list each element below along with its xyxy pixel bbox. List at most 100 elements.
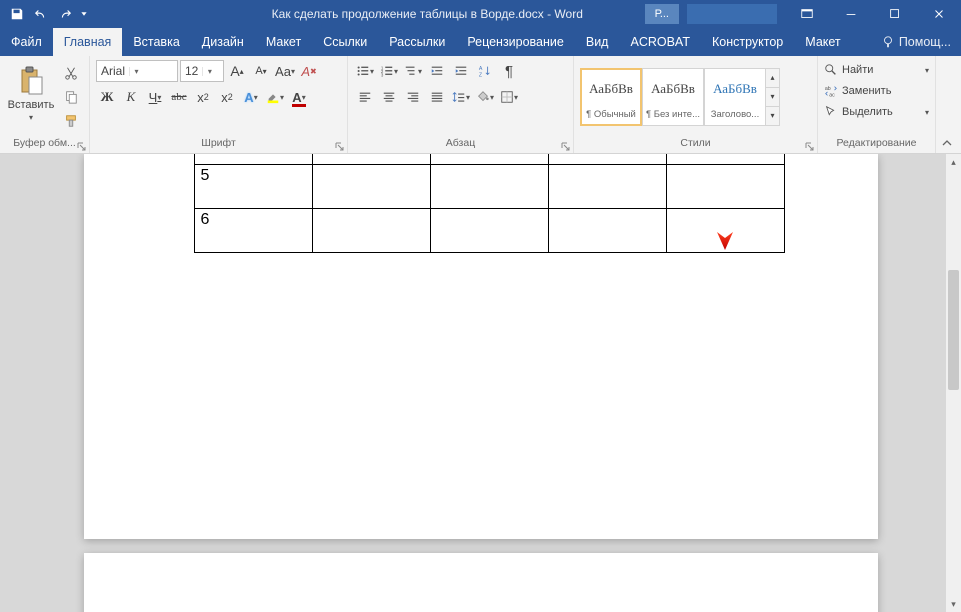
multilevel-list-button[interactable]: ▾	[402, 60, 424, 82]
close-button[interactable]	[917, 0, 961, 28]
align-right-button[interactable]	[402, 86, 424, 108]
collapse-ribbon-button[interactable]	[936, 56, 958, 153]
style-heading1[interactable]: АаБбВвЗаголово...	[704, 68, 766, 126]
font-name-combo[interactable]: Arial▾	[96, 60, 178, 82]
redo-button[interactable]	[54, 3, 76, 25]
align-center-button[interactable]	[378, 86, 400, 108]
scroll-down-button[interactable]: ▾	[946, 596, 961, 612]
document-area[interactable]: 5 6 7 8	[0, 154, 961, 612]
group-styles: АаБбВв¶ Обычный АаБбВв¶ Без инте... АаБб…	[574, 56, 818, 153]
sort-button[interactable]: AZ	[474, 60, 496, 82]
line-spacing-button[interactable]: ▾	[450, 86, 472, 108]
tab-file[interactable]: Файл	[0, 28, 53, 56]
undo-button[interactable]	[30, 3, 52, 25]
page-2: 7 8	[84, 553, 878, 612]
tab-table-layout[interactable]: Макет	[794, 28, 851, 56]
tell-me-label: Помощ...	[899, 35, 951, 49]
highlight-button[interactable]: ▾	[264, 86, 286, 108]
tab-acrobat[interactable]: ACROBAT	[619, 28, 701, 56]
shrink-font-button[interactable]: A▾	[250, 60, 272, 82]
tab-review[interactable]: Рецензирование	[456, 28, 575, 56]
font-color-button[interactable]: A▾	[288, 86, 310, 108]
red-arrow-annotation	[710, 178, 740, 258]
clipboard-launcher[interactable]	[77, 142, 87, 152]
tab-table-design[interactable]: Конструктор	[701, 28, 794, 56]
show-paragraph-marks-button[interactable]: ¶	[498, 60, 520, 82]
tab-design[interactable]: Дизайн	[191, 28, 255, 56]
change-case-button[interactable]: Aa▾	[274, 60, 296, 82]
paste-label: Вставить	[8, 99, 55, 111]
svg-text:A: A	[479, 66, 483, 72]
styles-scroll-down[interactable]: ▾	[766, 88, 779, 107]
titlebar: Как сделать продолжение таблицы в Ворде.…	[0, 0, 961, 28]
svg-text:Z: Z	[479, 72, 483, 78]
format-painter-button[interactable]	[60, 110, 82, 132]
styles-expand[interactable]: ▾	[766, 107, 779, 125]
subscript-button[interactable]: x2	[192, 86, 214, 108]
decrease-indent-button[interactable]	[426, 60, 448, 82]
ribbon-options-button[interactable]	[785, 0, 829, 28]
tab-mailings[interactable]: Рассылки	[378, 28, 456, 56]
group-paragraph-label: Абзац	[446, 137, 475, 149]
tell-me-search[interactable]: Помощ...	[871, 28, 961, 56]
cut-button[interactable]	[60, 62, 82, 84]
copy-button[interactable]	[60, 86, 82, 108]
svg-text:ab: ab	[825, 86, 831, 92]
paste-button[interactable]: Вставить ▾	[6, 63, 56, 131]
bold-button[interactable]: Ж	[96, 86, 118, 108]
grow-font-button[interactable]: A▴	[226, 60, 248, 82]
vertical-scrollbar[interactable]: ▴ ▾	[945, 154, 961, 612]
tab-view[interactable]: Вид	[575, 28, 620, 56]
table-row: 5	[194, 164, 784, 208]
group-editing: Найти▾ abacЗаменить Выделить▾ Редактиров…	[818, 56, 936, 153]
superscript-button[interactable]: x2	[216, 86, 238, 108]
clear-formatting-button[interactable]: A✖	[298, 60, 320, 82]
shading-button[interactable]: ▾	[474, 86, 496, 108]
group-clipboard: Вставить ▾ Буфер обм...	[0, 56, 90, 153]
numbering-button[interactable]: 123▾	[378, 60, 400, 82]
group-editing-label: Редактирование	[837, 137, 917, 149]
font-launcher[interactable]	[335, 142, 345, 152]
scroll-up-button[interactable]: ▴	[946, 154, 961, 170]
styles-scroll-up[interactable]: ▴	[766, 69, 779, 88]
qat-customize-button[interactable]	[78, 3, 90, 25]
svg-text:ac: ac	[829, 92, 835, 98]
ribbon: Вставить ▾ Буфер обм... Arial▾ 12▾ A▴ A▾…	[0, 56, 961, 154]
account-name-placeholder[interactable]	[687, 4, 777, 24]
scroll-track[interactable]	[946, 170, 961, 596]
table-part-1[interactable]: 5 6	[194, 154, 785, 253]
paragraph-launcher[interactable]	[561, 142, 571, 152]
find-button[interactable]: Найти▾	[820, 60, 933, 80]
quick-access-toolbar	[0, 3, 90, 25]
page-1: 5 6	[84, 154, 878, 539]
align-left-button[interactable]	[354, 86, 376, 108]
tab-home[interactable]: Главная	[53, 28, 123, 56]
tab-layout[interactable]: Макет	[255, 28, 312, 56]
bullets-button[interactable]: ▾	[354, 60, 376, 82]
save-button[interactable]	[6, 3, 28, 25]
styles-launcher[interactable]	[805, 142, 815, 152]
increase-indent-button[interactable]	[450, 60, 472, 82]
group-styles-label: Стили	[680, 137, 710, 149]
tab-references[interactable]: Ссылки	[312, 28, 378, 56]
justify-button[interactable]	[426, 86, 448, 108]
maximize-button[interactable]	[873, 0, 917, 28]
underline-button[interactable]: Ч▾	[144, 86, 166, 108]
style-no-spacing[interactable]: АаБбВв¶ Без инте...	[642, 68, 704, 126]
tab-insert[interactable]: Вставка	[122, 28, 190, 56]
group-clipboard-label: Буфер обм...	[13, 137, 76, 149]
style-normal[interactable]: АаБбВв¶ Обычный	[580, 68, 642, 126]
text-effects-button[interactable]: A▾	[240, 86, 262, 108]
replace-button[interactable]: abacЗаменить	[820, 81, 933, 101]
account-badge[interactable]: Р...	[645, 4, 679, 24]
table-row	[194, 154, 784, 164]
ribbon-tabs: Файл Главная Вставка Дизайн Макет Ссылки…	[0, 28, 961, 56]
italic-button[interactable]: К	[120, 86, 142, 108]
table-row: 6	[194, 208, 784, 252]
font-size-combo[interactable]: 12▾	[180, 60, 224, 82]
select-button[interactable]: Выделить▾	[820, 102, 933, 122]
borders-button[interactable]: ▾	[498, 86, 520, 108]
minimize-button[interactable]	[829, 0, 873, 28]
scroll-thumb[interactable]	[948, 270, 959, 390]
strikethrough-button[interactable]: abc	[168, 86, 190, 108]
